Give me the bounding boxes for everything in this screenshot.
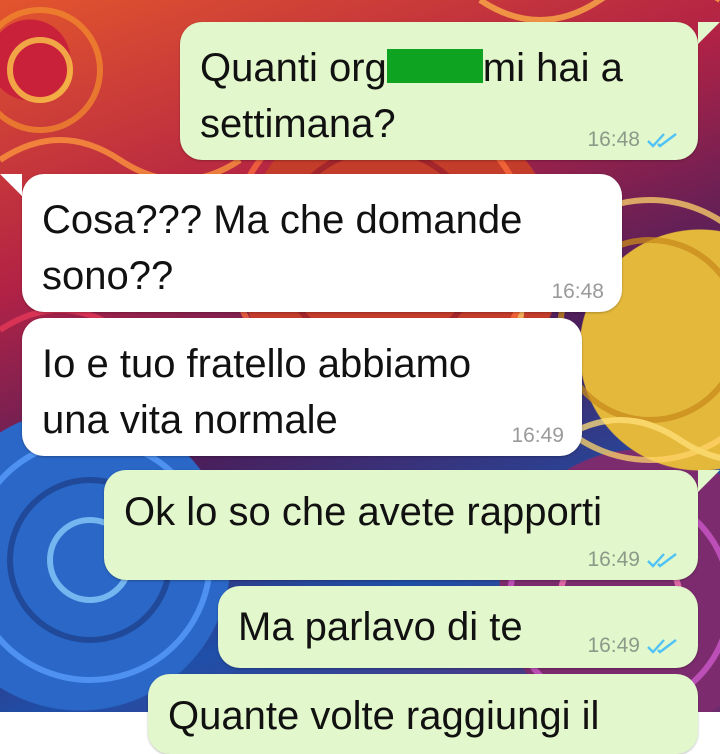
bubble-tail xyxy=(0,174,22,196)
message-text-part: Quanti org xyxy=(200,46,387,90)
chat-thread[interactable]: Quanti org mi hai a settimana? 16:48 Cosa… xyxy=(0,0,720,754)
message-text: Io e tuo fratello abbiamo una vita norma… xyxy=(42,342,472,442)
message-meta: 16:49 xyxy=(587,548,680,572)
message-bubble-outgoing[interactable]: Ok lo so che avete rapporti 16:49 xyxy=(104,470,698,580)
message-bubble-outgoing[interactable]: Ma parlavo di te 16:49 xyxy=(218,586,698,668)
message-text: Cosa??? Ma che domande sono?? xyxy=(42,198,523,298)
message-text: Quante volte raggiungi il xyxy=(168,694,600,738)
message-meta: 16:48 xyxy=(551,280,604,304)
bubble-tail xyxy=(698,470,720,492)
message-meta: 16:49 xyxy=(511,424,564,448)
bubble-tail xyxy=(698,22,720,44)
message-timestamp: 16:48 xyxy=(587,128,640,151)
double-check-icon xyxy=(647,553,677,568)
message-bubble-incoming[interactable]: Cosa??? Ma che domande sono?? 16:48 xyxy=(22,174,622,312)
message-text: Ok lo so che avete rapporti xyxy=(124,490,603,534)
message-meta: 16:48 xyxy=(587,128,680,152)
message-bubble-outgoing[interactable]: Quante volte raggiungi il xyxy=(148,674,698,754)
redaction-box xyxy=(386,49,483,83)
message-timestamp: 16:48 xyxy=(551,280,604,303)
double-check-icon xyxy=(647,639,677,654)
message-timestamp: 16:49 xyxy=(587,634,640,657)
message-bubble-incoming[interactable]: Io e tuo fratello abbiamo una vita norma… xyxy=(22,318,582,456)
message-timestamp: 16:49 xyxy=(511,424,564,447)
message-meta: 16:49 xyxy=(587,634,680,658)
message-timestamp: 16:49 xyxy=(587,548,640,571)
double-check-icon xyxy=(647,133,677,148)
message-bubble-outgoing[interactable]: Quanti org mi hai a settimana? 16:48 xyxy=(180,22,698,160)
